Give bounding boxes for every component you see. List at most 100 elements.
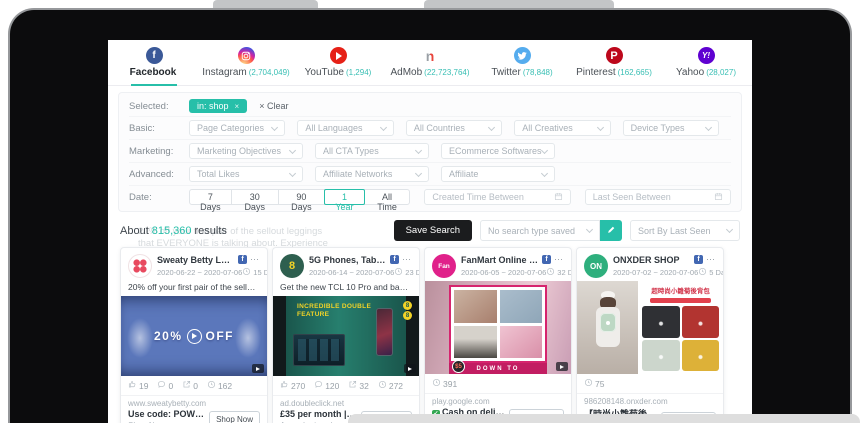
share-icon xyxy=(348,380,357,391)
comment-icon xyxy=(314,380,323,391)
basic-label: Basic: xyxy=(129,123,189,134)
stats-row: 19 0 0 162 xyxy=(121,376,267,396)
product-panel: 超時尚小雛菊後背包 xyxy=(638,281,723,374)
chevron-down-icon xyxy=(586,226,593,233)
selected-filter-chip[interactable]: in: shop × xyxy=(189,99,247,113)
tab-admob[interactable]: n AdMob(22,723,764) xyxy=(384,40,476,85)
clock-icon xyxy=(242,267,251,278)
cta-button[interactable]: Shop Now xyxy=(209,411,260,423)
sort-select[interactable]: Sort By Last Seen xyxy=(630,220,740,241)
chevron-down-icon xyxy=(488,123,495,130)
tab-twitter[interactable]: Twitter(78,848) xyxy=(476,40,568,85)
tab-label: Pinterest xyxy=(576,67,615,78)
device-types-select[interactable]: Device Types xyxy=(623,120,719,136)
date-range-1-year[interactable]: 1 Year xyxy=(324,189,364,205)
last-seen-input[interactable]: Last Seen Between xyxy=(585,189,731,205)
ad-headline: Use code: POWER20 xyxy=(128,409,205,419)
tab-label: Instagram xyxy=(202,67,246,78)
affiliate-networks-select[interactable]: Affiliate Networks xyxy=(315,166,429,182)
affiliate-select[interactable]: Affiliate xyxy=(441,166,555,182)
clear-filters-button[interactable]: × Clear xyxy=(259,101,288,111)
tab-count: (28,027) xyxy=(706,68,736,77)
more-icon[interactable]: ⋯ xyxy=(402,254,412,265)
creatives-select[interactable]: All Creatives xyxy=(514,120,610,136)
duration: 5 Days xyxy=(709,268,724,277)
countries-select[interactable]: All Countries xyxy=(406,120,502,136)
product-collage xyxy=(449,285,547,363)
chevron-down-icon xyxy=(289,169,296,176)
cta-types-select[interactable]: All CTA Types xyxy=(315,143,429,159)
date-range-7-days[interactable]: 7 Days xyxy=(189,189,232,205)
tab-youtube[interactable]: YouTube(1,294) xyxy=(292,40,384,85)
tab-pinterest[interactable]: P Pinterest(162,665) xyxy=(568,40,660,85)
ad-creative[interactable]: INCREDIBLE DOUBLEFEATURE 88 xyxy=(273,296,419,376)
date-label: Date: xyxy=(129,192,189,203)
clock-icon xyxy=(698,267,707,278)
card-header: Fan FanMart Online Shopping - F... f ⋯ 2… xyxy=(425,248,571,281)
more-icon[interactable]: ⋯ xyxy=(554,254,564,265)
ad-creative[interactable]: 20%OFF xyxy=(121,296,267,376)
stats-row: 391 xyxy=(425,374,571,394)
date-range-90-days[interactable]: 90 Days xyxy=(278,189,326,205)
languages-select[interactable]: All Languages xyxy=(297,120,393,136)
yahoo-icon: Y! xyxy=(698,47,715,64)
results-count: 815,360 xyxy=(152,225,192,237)
tab-count: (1,294) xyxy=(346,68,371,77)
chevron-down-icon xyxy=(380,123,387,130)
ad-creative[interactable]: 超時尚小雛菊後背包 xyxy=(577,281,723,374)
facebook-badge-icon: f xyxy=(694,255,703,264)
duration: 32 Days xyxy=(557,268,572,277)
model-photo xyxy=(577,281,638,374)
product-collage xyxy=(642,306,719,371)
date-range-group: 7 Days 30 Days 90 Days 1 Year All Time xyxy=(189,189,410,205)
creative-title: 超時尚小雛菊後背包 xyxy=(642,285,719,295)
marketing-objectives-select[interactable]: Marketing Objectives xyxy=(189,143,303,159)
chevron-down-icon xyxy=(541,169,548,176)
date-range-all-time[interactable]: All Time xyxy=(364,189,411,205)
date-range: 2020-06-05 ~ 2020-07-06 xyxy=(461,268,546,277)
ad-creative[interactable]: DOWN TO $5 xyxy=(425,281,571,374)
date-range: 2020-06-14 ~ 2020-07-06 xyxy=(309,268,394,277)
edit-saved-search-button[interactable] xyxy=(600,220,622,241)
stats-row: 75 xyxy=(577,374,723,394)
tab-label: AdMob xyxy=(390,67,422,78)
chip-label: in: shop xyxy=(197,101,229,111)
page-name[interactable]: FanMart Online Shopping - F... xyxy=(461,255,539,265)
more-icon[interactable]: ⋯ xyxy=(250,254,260,265)
tab-instagram[interactable]: Instagram(2,704,049) xyxy=(200,40,292,85)
close-icon[interactable]: × xyxy=(235,102,240,111)
total-likes-select[interactable]: Total Likes xyxy=(189,166,303,182)
price-badge: $5 xyxy=(452,360,465,373)
page-name[interactable]: 5G Phones, Tablets & SIMs | ... xyxy=(309,255,387,265)
tv-graphic xyxy=(293,334,345,366)
admob-icon: n xyxy=(422,47,439,64)
selected-label: Selected: xyxy=(129,101,189,112)
like-icon xyxy=(280,380,289,391)
ecommerce-softwares-select[interactable]: ECommerce Softwares xyxy=(441,143,555,159)
page-categories-select[interactable]: Page Categories xyxy=(189,120,285,136)
date-range-30-days[interactable]: 30 Days xyxy=(231,189,279,205)
saved-search-select[interactable]: No search type saved xyxy=(480,220,600,241)
card-header: Sweaty Betty London | Wom... f ⋯ 2020-06… xyxy=(121,248,267,281)
stats-row: 270 120 32 272 xyxy=(273,376,419,396)
like-icon xyxy=(128,380,137,391)
created-time-input[interactable]: Created Time Between xyxy=(424,189,570,205)
tab-yahoo[interactable]: Y! Yahoo(28,027) xyxy=(660,40,752,85)
more-icon[interactable]: ⋯ xyxy=(706,254,716,265)
twitter-icon xyxy=(514,47,531,64)
card-header: 8 5G Phones, Tablets & SIMs | ... f ⋯ 20… xyxy=(273,248,419,281)
page-name[interactable]: Sweaty Betty London | Wom... xyxy=(157,255,235,265)
calendar-icon xyxy=(714,192,723,203)
brand-badge: 88 xyxy=(403,301,412,320)
tab-facebook[interactable]: f Facebook xyxy=(108,40,200,85)
comment-icon xyxy=(157,380,166,391)
ad-card: 8 5G Phones, Tablets & SIMs | ... f ⋯ 20… xyxy=(272,247,420,423)
date-range: 2020-07-02 ~ 2020-07-06 xyxy=(613,268,698,277)
filter-row-basic: Basic: Page Categories All Languages All… xyxy=(129,117,731,140)
chevron-down-icon xyxy=(705,123,712,130)
page-name[interactable]: ONXDER SHOP xyxy=(613,255,691,265)
save-search-button[interactable]: Save Search xyxy=(394,220,472,241)
heat-clock-icon xyxy=(378,380,387,391)
phone-graphic xyxy=(376,308,393,356)
ad-results-grid: Sweaty Betty London | Wom... f ⋯ 2020-06… xyxy=(108,241,752,423)
